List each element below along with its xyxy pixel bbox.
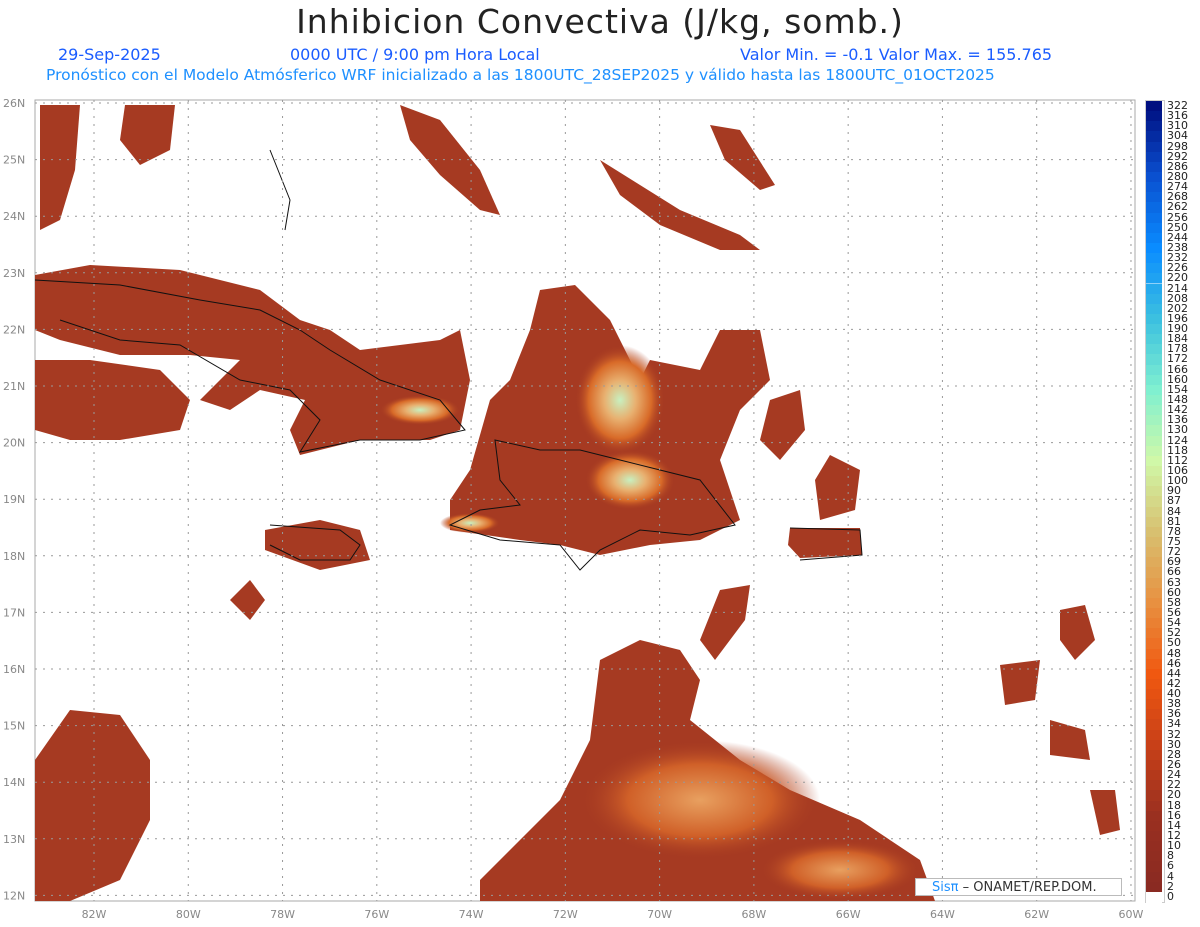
lat-label: 25N [3,154,25,167]
latitude-labels: 26N 25N 24N 23N 22N 21N 20N 19N 18N 17N 16N 15N 14N 1… [3,97,25,902]
lat-label: 15N [3,720,25,733]
lat-label: 26N [3,97,25,110]
colorbar-cell [1146,891,1162,903]
lon-label: 76W [364,908,389,921]
lat-label: 21N [3,380,25,393]
lon-label: 64W [930,908,955,921]
credit-text: – ONAMET/REP.DOM. [958,880,1097,895]
lat-label: 19N [3,493,25,506]
lon-label: 78W [270,908,295,921]
lat-label: 16N [3,663,25,676]
lat-label: 14N [3,776,25,789]
lat-label: 17N [3,606,25,619]
lon-label: 80W [176,908,201,921]
credit-brand: Sisπ [932,880,959,895]
lon-label: 66W [836,908,861,921]
colorbar [1145,100,1165,903]
lon-label: 68W [741,908,766,921]
lon-label: 70W [647,908,672,921]
lat-label: 22N [3,323,25,336]
map-plot: 26N 25N 24N 23N 22N 21N 20N 19N 18N 17N 16N 15N 14N 1… [3,97,1144,921]
lon-label: 62W [1024,908,1049,921]
lat-label: 23N [3,267,25,280]
lat-label: 18N [3,550,25,563]
longitude-labels: 82W 80W 78W 76W 74W 72W 70W 68W 66W 64W 62W 60W [82,908,1144,921]
lon-label: 74W [459,908,484,921]
lat-label: 13N [3,833,25,846]
lat-label: 20N [3,437,25,450]
credit-box: Sisπ – ONAMET/REP.DOM. [915,878,1122,896]
colorbar-label: 0 [1167,889,1174,903]
lon-label: 82W [82,908,107,921]
lat-label: 24N [3,210,25,223]
lon-label: 60W [1119,908,1144,921]
lat-label: 12N [3,889,25,902]
lon-label: 72W [553,908,578,921]
